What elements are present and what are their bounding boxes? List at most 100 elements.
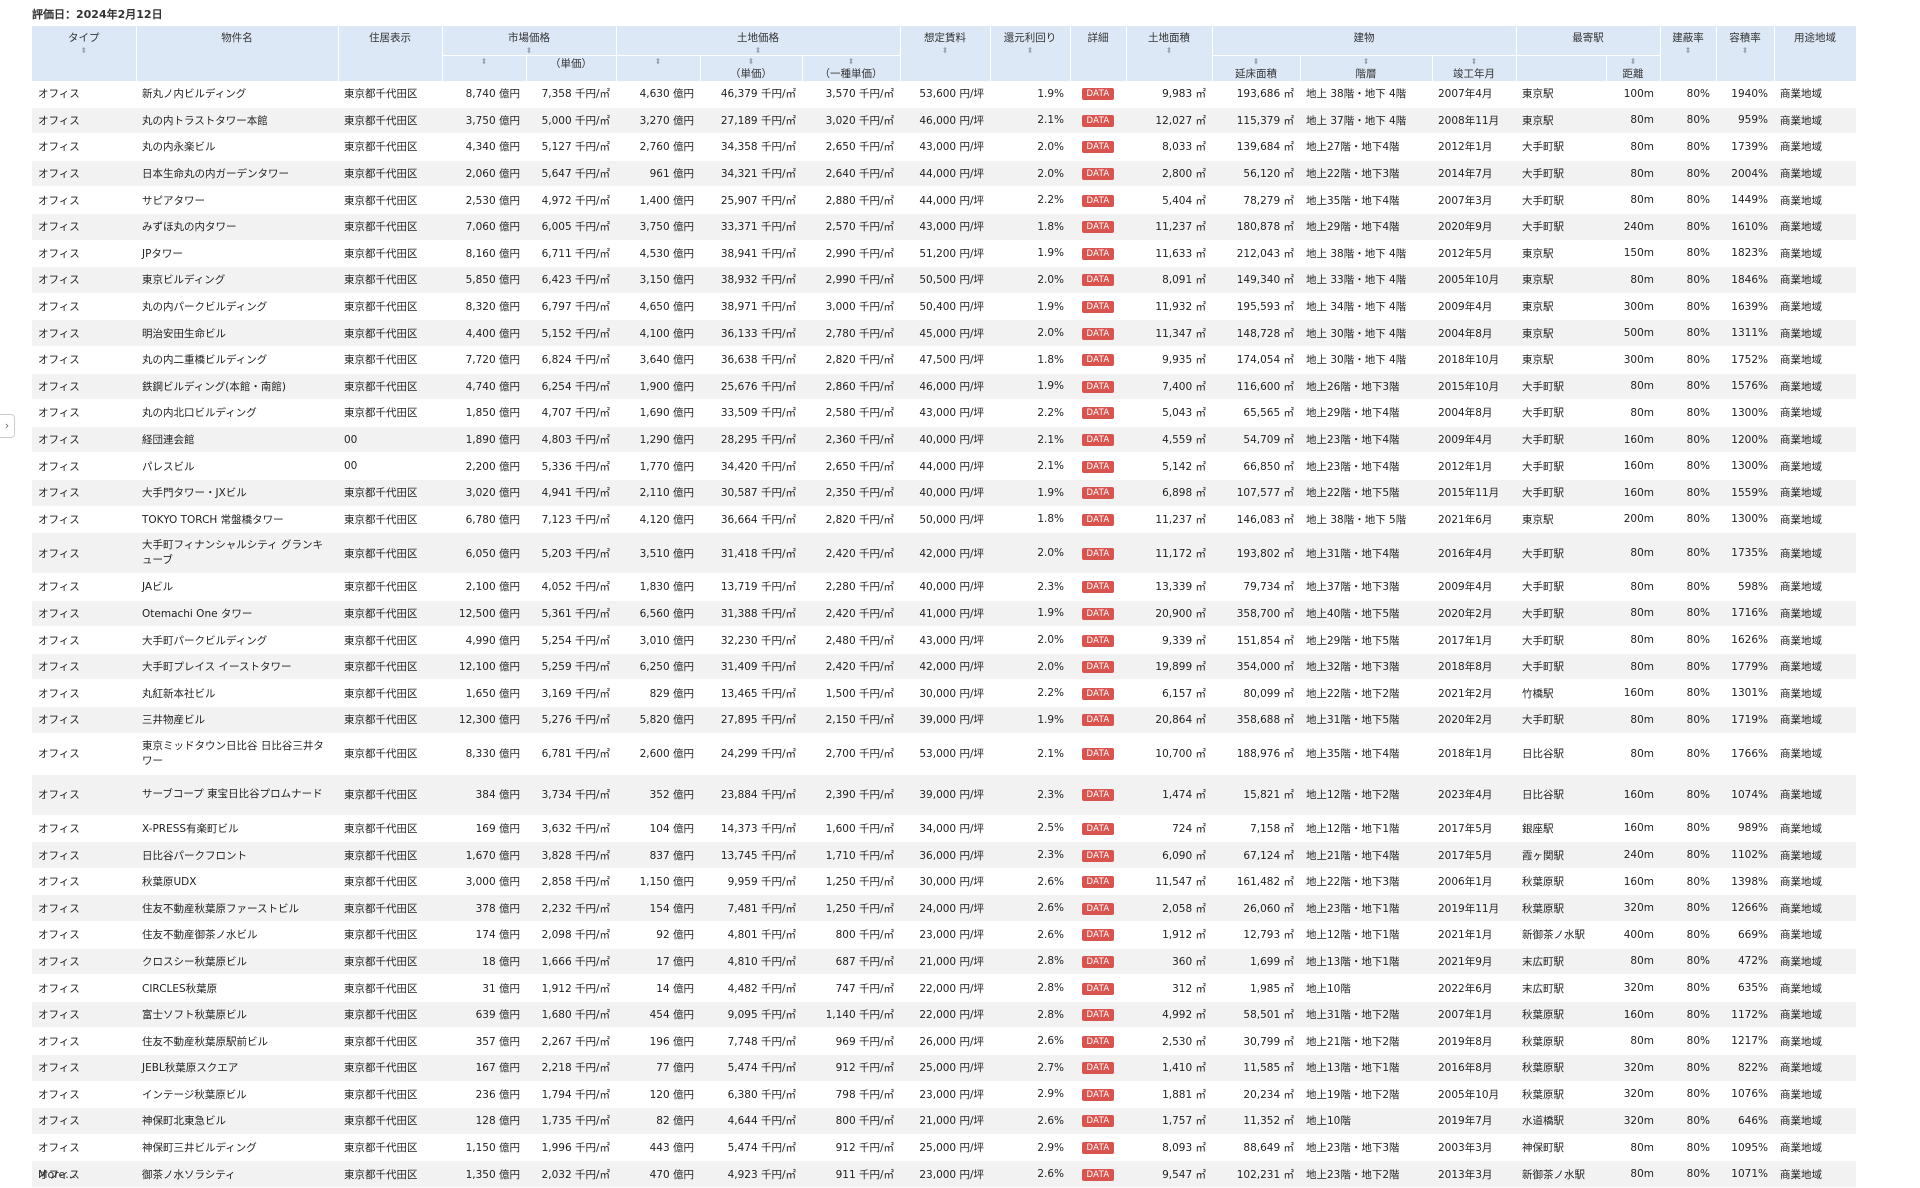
data-detail-button[interactable]: DATA	[1082, 876, 1114, 889]
table-row[interactable]: オフィス 丸紅新本社ビル 東京都千代田区 1,650 億円 3,169 千円/㎡ 829 …	[32, 679, 1856, 708]
sort-icon[interactable]: ⬍	[621, 46, 896, 55]
col-land-area[interactable]: 土地面積 ⬍	[1126, 26, 1213, 81]
table-row[interactable]: オフィス CIRCLES秋葉原 東京都千代田区 31 億円 1,912 千円/㎡ 14 億…	[32, 974, 1856, 1002]
sort-icon[interactable]: ⬍	[905, 46, 986, 55]
table-row[interactable]: オフィス 丸の内永楽ビル 東京都千代田区 4,340 億円 5,127 千円/㎡ 2,76…	[32, 133, 1856, 161]
data-detail-button[interactable]: DATA	[1082, 1142, 1114, 1155]
data-detail-button[interactable]: DATA	[1082, 221, 1114, 234]
data-detail-button[interactable]: DATA	[1082, 274, 1114, 287]
data-detail-button[interactable]: DATA	[1082, 487, 1114, 500]
data-detail-button[interactable]: DATA	[1082, 168, 1114, 181]
table-row[interactable]: オフィス 三井物産ビル 東京都千代田区 12,300 億円 5,276 千円/㎡ 5,82…	[32, 706, 1856, 734]
col-land-total[interactable]: ⬍	[616, 55, 701, 81]
table-row[interactable]: オフィス サピアタワー 東京都千代田区 2,530 億円 4,972 千円/㎡ 1,400…	[32, 186, 1856, 214]
table-row[interactable]: オフィス 日本生命丸の内ガーデンタワー 東京都千代田区 2,060 億円 5,647 千…	[32, 160, 1856, 188]
col-market-price[interactable]: 市場価格 ⬍	[442, 26, 617, 56]
table-row[interactable]: オフィス X-PRESS有楽町ビル 東京都千代田区 169 億円 3,632 千円/㎡ 1…	[32, 815, 1856, 843]
table-row[interactable]: オフィス JPタワー 東京都千代田区 8,160 億円 6,711 千円/㎡ 4,530 …	[32, 240, 1856, 268]
table-row[interactable]: オフィス 住友不動産秋葉原駅前ビル 東京都千代田区 357 億円 2,267 千円/㎡ 1…	[32, 1027, 1856, 1055]
table-row[interactable]: オフィス クロスシー秋葉原ビル 東京都千代田区 18 億円 1,666 千円/㎡ 17 億…	[32, 948, 1856, 976]
data-detail-button[interactable]: DATA	[1082, 1062, 1114, 1075]
sort-icon[interactable]: ⬍	[807, 57, 896, 66]
data-detail-button[interactable]: DATA	[1082, 547, 1114, 560]
table-row[interactable]: オフィス JEBL秋葉原スクエア 東京都千代田区 167 億円 2,218 千円/㎡ 77…	[32, 1054, 1856, 1082]
col-rent[interactable]: 想定賃料 ⬍	[900, 26, 991, 81]
table-row[interactable]: オフィス Otemachi One タワー 東京都千代田区 12,500 億円 5,36…	[32, 600, 1856, 628]
data-detail-button[interactable]: DATA	[1082, 929, 1114, 942]
col-market-total[interactable]: ⬍	[442, 55, 527, 81]
data-detail-button[interactable]: DATA	[1082, 380, 1114, 393]
col-market-unit[interactable]: （単価）	[526, 55, 617, 81]
table-row[interactable]: オフィス 丸の内トラストタワー本館 東京都千代田区 3,750 億円 5,000 千円/…	[32, 107, 1856, 135]
table-row[interactable]: オフィス 秋葉原UDX 東京都千代田区 3,000 億円 2,858 千円/㎡ 1,150…	[32, 868, 1856, 896]
sort-icon[interactable]: ⬍	[705, 57, 798, 66]
data-detail-button[interactable]: DATA	[1082, 513, 1114, 526]
table-row[interactable]: オフィス 大手町フィナンシャルシティ グランキューブ 東京都千代田区 6,050 億円…	[32, 532, 1856, 575]
sort-icon[interactable]: ⬍	[995, 46, 1066, 55]
table-row[interactable]: オフィス 神保町北東急ビル 東京都千代田区 128 億円 1,735 千円/㎡ 82 億円…	[32, 1107, 1856, 1135]
table-row[interactable]: オフィス 明治安田生命ビル 東京都千代田区 4,400 億円 5,152 千円/㎡ 4,1…	[32, 319, 1856, 347]
sort-icon[interactable]: ⬍	[1217, 57, 1296, 66]
table-row[interactable]: オフィス 富士ソフト秋葉原ビル 東京都千代田区 639 億円 1,680 千円/㎡ 454…	[32, 1001, 1856, 1029]
data-detail-button[interactable]: DATA	[1082, 714, 1114, 727]
sort-icon[interactable]: ⬍	[1721, 46, 1770, 55]
table-row[interactable]: オフィス 神保町三井ビルディング 東京都千代田区 1,150 億円 1,996 千円/㎡…	[32, 1134, 1856, 1162]
sort-icon[interactable]: ⬍	[1611, 57, 1656, 66]
data-detail-button[interactable]: DATA	[1082, 581, 1114, 594]
data-detail-button[interactable]: DATA	[1082, 434, 1114, 447]
data-detail-button[interactable]: DATA	[1082, 1088, 1114, 1101]
table-row[interactable]: オフィス パレスビル 00 2,200 億円 5,336 千円/㎡ 1,770 億円 34,…	[32, 452, 1856, 480]
data-detail-button[interactable]: DATA	[1082, 114, 1114, 127]
data-detail-button[interactable]: DATA	[1082, 822, 1114, 835]
data-detail-button[interactable]: DATA	[1082, 1009, 1114, 1022]
table-row[interactable]: オフィス 大手町プレイス イーストタワー 東京都千代田区 12,100 億円 5,259…	[32, 653, 1856, 681]
col-distance[interactable]: ⬍ 距離	[1606, 55, 1661, 81]
sort-icon[interactable]: ⬍	[36, 46, 132, 55]
data-detail-button[interactable]: DATA	[1082, 748, 1114, 761]
col-yield[interactable]: 還元利回り ⬍	[990, 26, 1071, 81]
table-row[interactable]: オフィス インテージ秋葉原ビル 東京都千代田区 236 億円 1,794 千円/㎡ 120…	[32, 1081, 1856, 1109]
sort-icon[interactable]: ⬍	[1131, 46, 1208, 55]
table-row[interactable]: オフィス TOKYO TORCH 常盤橋タワー 東京都千代田区 6,780 億円 7,1…	[32, 506, 1856, 534]
table-row[interactable]: オフィス 住友不動産秋葉原ファーストビル 東京都千代田区 378 億円 2,232 千円…	[32, 894, 1856, 923]
data-detail-button[interactable]: DATA	[1082, 141, 1114, 154]
col-land-ichishu[interactable]: ⬍ （一種単価）	[802, 55, 901, 81]
data-detail-button[interactable]: DATA	[1082, 1035, 1114, 1048]
data-detail-button[interactable]: DATA	[1082, 327, 1114, 340]
table-row[interactable]: オフィス 丸の内二重橋ビルディング 東京都千代田区 7,720 億円 6,824 千円/…	[32, 346, 1856, 374]
sidebar-expand-icon[interactable]: ›	[0, 414, 15, 438]
col-coverage[interactable]: 建蔽率 ⬍	[1660, 26, 1717, 81]
sort-icon[interactable]: ⬍	[447, 46, 612, 55]
table-row[interactable]: オフィス 日比谷パークフロント 東京都千代田区 1,670 億円 3,828 千円/㎡ 8…	[32, 841, 1856, 869]
table-row[interactable]: オフィス 丸の内北口ビルディング 東京都千代田区 1,850 億円 4,707 千円/㎡…	[32, 399, 1856, 427]
col-land-unit[interactable]: ⬍ （単価）	[700, 55, 803, 81]
col-far[interactable]: 容積率 ⬍	[1716, 26, 1775, 81]
table-row[interactable]: オフィス 東京ビルディング 東京都千代田区 5,850 億円 6,423 千円/㎡ 3,1…	[32, 266, 1856, 294]
table-row[interactable]: オフィス みずほ丸の内タワー 東京都千代田区 7,060 億円 6,005 千円/㎡ 3,…	[32, 213, 1856, 241]
col-type[interactable]: タイプ ⬍	[32, 26, 137, 81]
data-detail-button[interactable]: DATA	[1082, 687, 1114, 700]
data-detail-button[interactable]: DATA	[1082, 1115, 1114, 1128]
table-row[interactable]: オフィス 鉄鋼ビルディング(本館・南館) 東京都千代田区 4,740 億円 6,254 …	[32, 373, 1856, 401]
data-detail-button[interactable]: DATA	[1082, 634, 1114, 647]
sort-icon[interactable]: ⬍	[1437, 57, 1512, 66]
table-row[interactable]: オフィス JAビル 東京都千代田区 2,100 億円 4,052 千円/㎡ 1,830 億…	[32, 573, 1856, 601]
col-floor-area[interactable]: ⬍ 延床面積	[1212, 55, 1301, 81]
table-row[interactable]: オフィス サーブコープ 東宝日比谷プロムナード 東京都千代田区 384 億円 3,734…	[32, 774, 1856, 816]
col-floors[interactable]: ⬍ 階層	[1300, 55, 1433, 81]
data-detail-button[interactable]: DATA	[1082, 194, 1114, 207]
table-row[interactable]: オフィス 新丸ノ内ビルディング 東京都千代田区 8,740 億円 7,358 千円/㎡ 4…	[32, 81, 1856, 108]
data-detail-button[interactable]: DATA	[1082, 902, 1114, 915]
data-detail-button[interactable]: DATA	[1082, 407, 1114, 420]
more-link[interactable]: More...	[38, 1168, 76, 1181]
data-detail-button[interactable]: DATA	[1082, 354, 1114, 367]
data-detail-button[interactable]: DATA	[1082, 661, 1114, 674]
table-row[interactable]: オフィス 大手町パークビルディング 東京都千代田区 4,990 億円 5,254 千円/…	[32, 626, 1856, 654]
table-row[interactable]: オフィス 経団連会館 00 1,890 億円 4,803 千円/㎡ 1,290 億円 28,…	[32, 426, 1856, 454]
table-row[interactable]: オフィス 大手門タワー・JXビル 東京都千代田区 3,020 億円 4,941 千円/㎡…	[32, 479, 1856, 507]
data-detail-button[interactable]: DATA	[1082, 460, 1114, 473]
data-detail-button[interactable]: DATA	[1082, 955, 1114, 968]
data-detail-button[interactable]: DATA	[1082, 789, 1114, 802]
table-row[interactable]: オフィス 御茶ノ水ソラシティ 東京都千代田区 1,350 億円 2,032 千円/㎡ 47…	[32, 1160, 1856, 1188]
data-detail-button[interactable]: DATA	[1082, 247, 1114, 260]
